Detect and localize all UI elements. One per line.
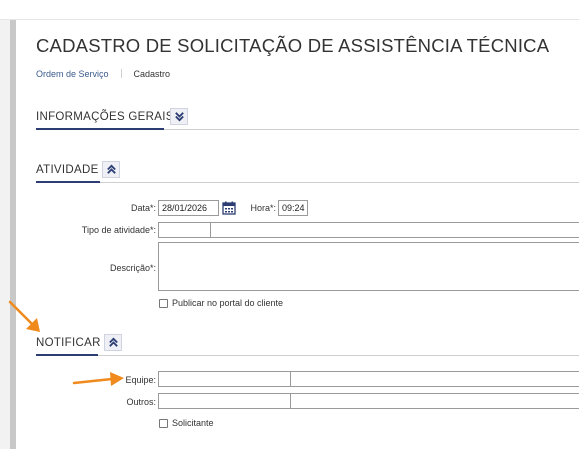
breadcrumb-link-service-order[interactable]: Ordem de Serviço [36, 69, 109, 79]
activity-type-label: Tipo de atividade*: [81, 225, 156, 235]
section-title-activity: ATIVIDADE [36, 164, 99, 176]
publish-portal-label: Publicar no portal do cliente [172, 298, 284, 308]
activity-type-description-input[interactable] [210, 222, 579, 238]
others-label: Outros: [126, 397, 156, 407]
section-title-notify: NOTIFICAR [36, 337, 101, 349]
section-notify-toggle-button[interactable] [104, 334, 122, 351]
activity-type-code-input[interactable] [158, 222, 211, 238]
description-textarea[interactable] [158, 242, 579, 291]
section-underline [36, 181, 100, 183]
double-chevron-up-icon [108, 337, 118, 347]
description-label: Descrição*: [109, 263, 156, 273]
double-chevron-up-icon [106, 164, 116, 174]
requester-label: Solicitante [172, 418, 214, 428]
time-input[interactable]: 09:24 [278, 200, 308, 216]
section-divider [36, 182, 579, 183]
others-code-input[interactable] [158, 393, 291, 409]
requester-checkbox[interactable] [159, 419, 168, 428]
team-name-input[interactable] [290, 371, 579, 387]
publish-portal-checkbox[interactable] [159, 299, 168, 308]
section-general-toggle-button[interactable] [170, 108, 188, 125]
section-underline [36, 354, 98, 356]
section-underline [36, 128, 164, 130]
page-title: CADASTRO DE SOLICITAÇÃO DE ASSISTÊNCIA T… [36, 35, 550, 56]
double-chevron-down-icon [174, 112, 184, 122]
time-label: Hora*: [250, 203, 276, 213]
team-code-input[interactable] [158, 371, 291, 387]
section-activity-header: ATIVIDADE [36, 157, 579, 183]
breadcrumb-separator [120, 69, 122, 78]
others-name-input[interactable] [290, 393, 579, 409]
annotation-arrow-team [72, 372, 124, 386]
section-general-header: INFORMAÇÕES GERAIS [36, 104, 579, 130]
section-title-general: INFORMAÇÕES GERAIS [36, 111, 174, 123]
section-divider [36, 355, 579, 356]
date-input[interactable]: 28/01/2026 [158, 200, 219, 216]
section-notify-header: NOTIFICAR [36, 330, 579, 356]
top-bar [0, 0, 579, 20]
breadcrumb: Ordem de Serviço Cadastro [36, 69, 170, 79]
annotation-arrow-notify [8, 300, 40, 332]
section-activity-toggle-button[interactable] [102, 161, 120, 178]
calendar-icon[interactable] [222, 201, 236, 215]
breadcrumb-current: Cadastro [133, 69, 171, 79]
date-label: Data*: [130, 203, 156, 213]
left-strip [0, 20, 10, 449]
